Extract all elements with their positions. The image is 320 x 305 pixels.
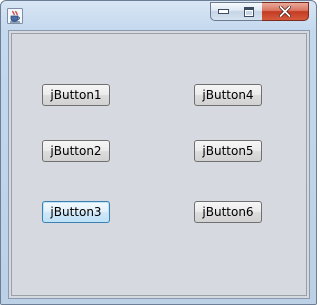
jbutton3-button[interactable]: jButton3 <box>42 201 110 223</box>
jbutton6-button[interactable]: jButton6 <box>194 201 262 223</box>
close-icon <box>279 6 291 17</box>
app-window: jButton1 jButton2 jButton3 jButton4 jBut… <box>0 0 317 305</box>
jbutton1-button[interactable]: jButton1 <box>42 84 110 106</box>
panel-border <box>11 33 307 296</box>
content-panel: jButton1 jButton2 jButton3 jButton4 jBut… <box>8 30 310 299</box>
java-coffee-cup-icon[interactable] <box>7 8 23 24</box>
minimize-icon <box>218 9 229 14</box>
jbutton2-button[interactable]: jButton2 <box>42 140 110 162</box>
jbutton4-button[interactable]: jButton4 <box>194 84 262 106</box>
close-button[interactable] <box>262 2 309 21</box>
maximize-button[interactable] <box>236 2 263 21</box>
minimize-button[interactable] <box>210 2 237 21</box>
maximize-icon <box>244 6 254 17</box>
title-bar[interactable] <box>1 1 316 31</box>
jbutton5-button[interactable]: jButton5 <box>194 140 262 162</box>
